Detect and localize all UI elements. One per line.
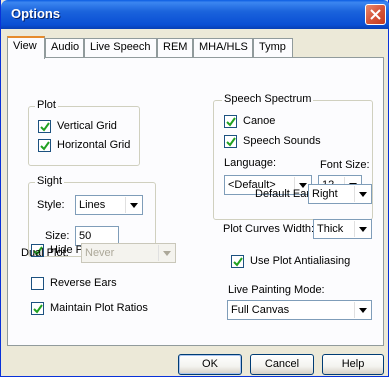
tab-label: View [13,40,37,52]
speech-spectrum-title: Speech Spectrum [222,93,314,105]
chevron-down-icon [130,203,138,208]
default-ear-value: Right [312,188,338,200]
speech-sounds-label: Speech Sounds [243,135,321,147]
tab-label: REM [163,41,188,53]
reverse-ears-checkbox[interactable] [31,277,44,290]
plot-curves-width-label: Plot Curves Width: [223,223,315,235]
style-dropdown[interactable]: Lines [75,195,143,215]
horizontal-grid-label: Horizontal Grid [57,139,131,151]
tab-tymp[interactable]: Tymp [253,38,293,57]
tab-label: Tymp [259,41,286,53]
default-ear-dropdown[interactable]: Right [308,184,372,204]
tab-rem[interactable]: REM [157,38,193,57]
live-painting-dropdown[interactable]: Full Canvas [227,300,372,320]
language-label: Language: [224,157,276,169]
font-size-label: Font Size: [320,159,370,171]
reverse-ears-label: Reverse Ears [50,277,117,289]
canoe-label: Canoe [243,115,276,127]
window-title: Options [11,6,61,21]
dropdown-arrow[interactable] [354,221,370,237]
help-button[interactable]: Help [322,354,384,375]
tab-label: MHA/HLS [199,41,248,53]
tab-audio[interactable]: Audio [45,38,84,57]
chevron-down-icon [163,251,171,256]
antialiasing-label: Use Plot Antialiasing [250,255,351,267]
canoe-checkbox[interactable] [224,115,237,128]
dropdown-arrow[interactable] [354,302,370,318]
dropdown-arrow[interactable] [354,186,370,202]
plot-group-title: Plot [35,99,58,111]
chevron-down-icon [359,227,367,232]
close-button[interactable] [365,4,386,25]
title-bar[interactable]: Options [1,0,389,29]
maintain-ratios-label: Maintain Plot Ratios [50,302,148,314]
tab-label: Audio [51,41,80,53]
sight-group-title: Sight [35,175,65,187]
checkmark-icon [226,137,236,147]
live-painting-value: Full Canvas [231,304,290,316]
plot-curves-width-dropdown[interactable]: Thick [313,219,372,239]
tab-live-speech[interactable]: Live Speech [84,38,157,57]
tab-mha-hls[interactable]: MHA/HLS [193,38,253,57]
vertical-grid-checkbox[interactable] [38,120,51,133]
plot-curves-width-value: Thick [317,223,344,235]
options-dialog: Options View Audio Live Speech REM MHA/H… [0,0,389,377]
antialiasing-checkbox[interactable] [231,255,244,268]
dual-plot-dropdown: Never [81,243,176,263]
checkmark-icon [40,141,50,151]
style-label: Style: [37,199,65,211]
ok-button[interactable]: OK [178,354,242,375]
vertical-grid-label: Vertical Grid [57,120,117,132]
default-ear-label: Default Ear: [255,188,314,200]
tab-label: Live Speech [90,41,151,53]
view-tab-panel: Plot Vertical Grid Horizontal Grid Sight… [7,57,384,346]
tab-view[interactable]: View [7,36,45,59]
dropdown-arrow[interactable] [125,197,141,213]
close-icon [370,9,381,20]
dual-plot-label: Dual Plot: [21,247,69,259]
cancel-button[interactable]: Cancel [250,354,314,375]
style-value: Lines [79,199,106,211]
checkmark-icon [233,257,243,267]
horizontal-grid-checkbox[interactable] [38,139,51,152]
dual-plot-value: Never [85,247,115,259]
checkmark-icon [33,304,43,314]
chevron-down-icon [359,308,367,313]
dropdown-arrow [158,245,174,261]
chevron-down-icon [359,192,367,197]
checkmark-icon [226,117,236,127]
plot-group: Plot Vertical Grid Horizontal Grid [28,99,140,166]
live-painting-label: Live Painting Mode: [228,284,325,296]
checkmark-icon [40,122,50,132]
speech-sounds-checkbox[interactable] [224,135,237,148]
maintain-ratios-checkbox[interactable] [31,302,44,315]
size-label: Size: [45,230,70,242]
